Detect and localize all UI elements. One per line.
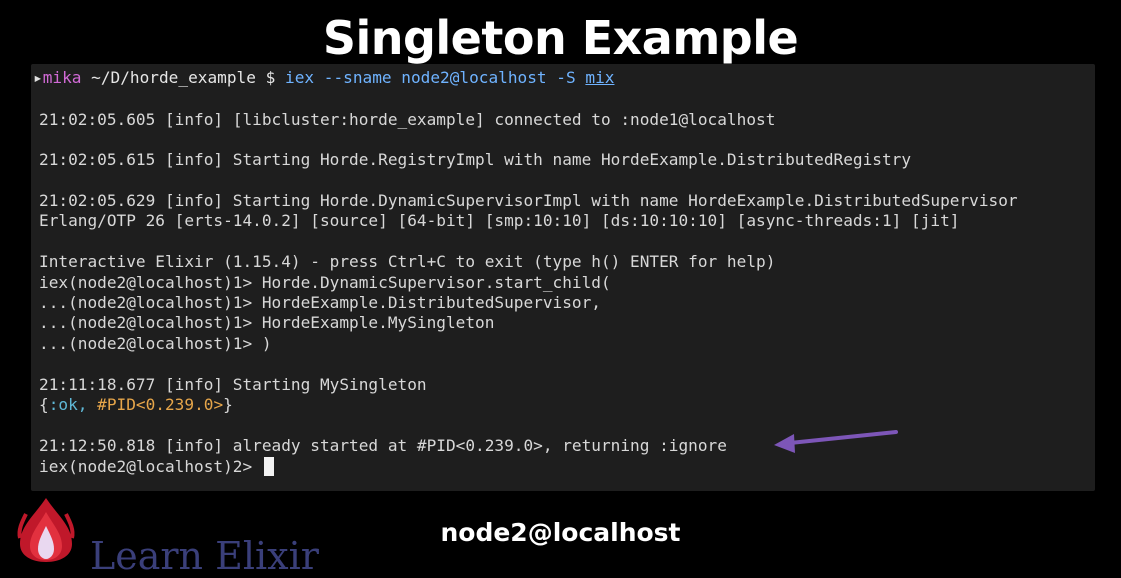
prompt-argument[interactable]: mix — [585, 68, 614, 87]
slide-title: Singleton Example — [322, 11, 799, 65]
erlang-banner-line: Erlang/OTP 26 [erts-14.0.2] [source] [64… — [39, 211, 960, 230]
logo-text: Learn Elixir — [90, 534, 319, 578]
arrow-left-icon — [774, 430, 898, 453]
iex-input-line-4: ...(node2@localhost)1> ) — [39, 334, 272, 353]
log-line-starting-singleton: 21:11:18.677 [info] Starting MySingleton — [39, 375, 427, 394]
terminal-window[interactable]: ▸mika ~/D/horde_example $ iex --sname no… — [31, 64, 1095, 491]
iex-input-line-2: ...(node2@localhost)1> HordeExample.Dist… — [39, 293, 601, 312]
tuple-open: { — [39, 395, 49, 414]
log-line-libcluster: 21:02:05.605 [info] [libcluster:horde_ex… — [39, 110, 776, 129]
prompt-user: mika — [42, 68, 82, 87]
log-line-registry: 21:02:05.615 [info] Starting Horde.Regis… — [39, 150, 912, 169]
prompt-arrow-icon: ▸ — [33, 68, 43, 87]
log-line-supervisor: 21:02:05.629 [info] Starting Horde.Dynam… — [39, 191, 1018, 210]
prompt-symbol: $ — [265, 68, 276, 87]
current-prompt-line[interactable]: iex(node2@localhost)2> — [39, 457, 274, 477]
prompt-path: ~/D/horde_example — [91, 68, 256, 87]
result-tuple-line: {:ok, #PID<0.239.0>} — [39, 395, 233, 415]
log-line-already-started: 21:12:50.818 [info] already started at #… — [39, 436, 727, 455]
flame-drop-logo — [17, 498, 75, 562]
text-cursor — [263, 457, 274, 476]
prompt-command: iex --sname node2@localhost -S — [285, 68, 576, 87]
shell-prompt-line: ▸mika ~/D/horde_example $ iex --sname no… — [33, 68, 614, 88]
iex-input-line-1: iex(node2@localhost)1> Horde.DynamicSupe… — [39, 273, 611, 292]
tuple-pid: #PID<0.239.0> — [97, 395, 224, 414]
current-prompt: iex(node2@localhost)2> — [39, 457, 253, 476]
iex-banner-line: Interactive Elixir (1.15.4) - press Ctrl… — [39, 252, 776, 271]
iex-input-line-3: ...(node2@localhost)1> HordeExample.MySi… — [39, 313, 495, 332]
tuple-close: } — [223, 395, 233, 414]
tuple-atom: :ok, — [48, 395, 88, 414]
